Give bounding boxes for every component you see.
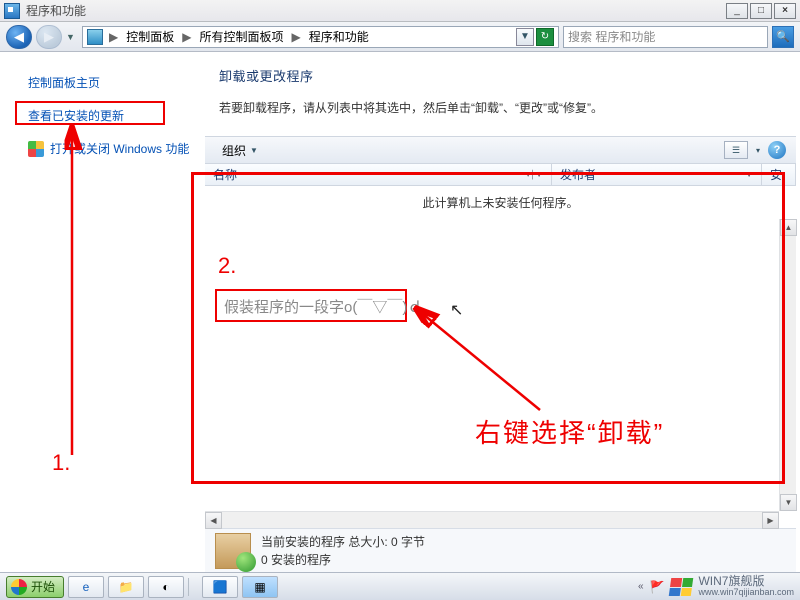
- program-list[interactable]: ▲ ▼ ◀ ▶: [205, 219, 796, 528]
- window-title: 程序和功能: [26, 2, 724, 19]
- sidebar-item-label: 控制面板主页: [28, 74, 100, 91]
- horizontal-scrollbar[interactable]: ◀ ▶: [205, 511, 779, 528]
- sidebar-item-label: 打开或关闭 Windows 功能: [50, 140, 189, 157]
- nav-forward-button[interactable]: ▶: [36, 25, 62, 49]
- chevron-down-icon[interactable]: ▾│▼: [526, 170, 543, 179]
- taskbar-explorer-button[interactable]: 📁: [108, 576, 144, 598]
- search-placeholder: 搜索 程序和功能: [568, 28, 655, 45]
- view-mode-button[interactable]: ☰: [724, 141, 748, 159]
- annotation-fake-program-text: 假装程序的一段字o(￣▽￣)ｄ: [224, 296, 422, 317]
- scroll-right-icon[interactable]: ▶: [762, 512, 779, 529]
- page-subtext: 若要卸载程序，请从列表中将其选中，然后单击“卸载”、“更改”或“修复”。: [219, 99, 796, 116]
- go-button[interactable]: ↻: [536, 28, 554, 46]
- status-bar: 当前安装的程序 总大小: 0 字节 0 安装的程序: [205, 528, 796, 572]
- windows-flag-icon: [669, 578, 694, 596]
- breadcrumb-sep-icon: ▶: [290, 30, 303, 44]
- annotation-label-1: 1.: [52, 450, 70, 476]
- breadcrumb-sep-icon: ▶: [107, 30, 120, 44]
- scroll-up-icon[interactable]: ▲: [780, 219, 797, 236]
- breadcrumb-sep-icon: ▶: [180, 30, 193, 44]
- status-line-1: 当前安装的程序 总大小: 0 字节: [261, 533, 425, 551]
- maximize-button[interactable]: □: [750, 3, 772, 19]
- shield-icon: [28, 141, 44, 157]
- sidebar-item-windows-features[interactable]: 打开或关闭 Windows 功能: [20, 136, 195, 169]
- taskbar-ie-button[interactable]: e: [68, 576, 104, 598]
- chevron-down-icon[interactable]: ▼: [745, 170, 753, 179]
- help-icon[interactable]: ?: [768, 141, 786, 159]
- sidebar-item-view-installed-updates[interactable]: 查看已安装的更新: [20, 103, 195, 136]
- sidebar-item-control-panel-home[interactable]: 控制面板主页: [20, 70, 195, 103]
- breadcrumb-bar[interactable]: ▶ 控制面板 ▶ 所有控制面板项 ▶ 程序和功能 ▼ ↻: [82, 26, 559, 48]
- minimize-button[interactable]: _: [726, 3, 748, 19]
- mouse-cursor-icon: ↖: [450, 300, 463, 320]
- breadcrumb-control-panel[interactable]: 控制面板: [124, 27, 176, 46]
- start-button[interactable]: 开始: [6, 576, 64, 598]
- breadcrumb-programs-features[interactable]: 程序和功能: [307, 27, 371, 46]
- tray-flag-icon[interactable]: 🚩: [650, 580, 665, 594]
- app-icon: [4, 3, 20, 19]
- list-toolbar: 组织 ▼ ☰ ▾ ?: [205, 136, 796, 164]
- windows-orb-icon: [11, 579, 27, 595]
- control-panel-icon: [87, 29, 103, 45]
- search-button[interactable]: 🔍: [772, 26, 794, 48]
- search-input[interactable]: 搜索 程序和功能: [563, 26, 768, 48]
- nav-back-button[interactable]: ◀: [6, 25, 32, 49]
- scroll-left-icon[interactable]: ◀: [205, 512, 222, 529]
- close-button[interactable]: ×: [774, 3, 796, 19]
- sidebar: 控制面板主页 查看已安装的更新 打开或关闭 Windows 功能: [0, 52, 205, 572]
- vertical-scrollbar[interactable]: ▲ ▼: [779, 219, 796, 511]
- breadcrumb-dropdown-button[interactable]: ▼: [516, 28, 534, 46]
- taskbar-app-button-2[interactable]: ▦: [242, 576, 278, 598]
- taskbar-media-player-button[interactable]: ◐: [148, 576, 184, 598]
- window-titlebar: 程序和功能 _ □ ×: [0, 0, 800, 22]
- sidebar-item-label: 查看已安装的更新: [28, 107, 124, 124]
- column-header-name[interactable]: 名称 ▾│▼: [205, 164, 552, 185]
- page-heading: 卸载或更改程序: [219, 66, 796, 85]
- scroll-down-icon[interactable]: ▼: [780, 494, 797, 511]
- programs-icon: [215, 533, 251, 569]
- tray-expand-icon[interactable]: «: [638, 581, 644, 592]
- status-line-2: 0 安装的程序: [261, 551, 425, 569]
- annotation-tip-text: 右键选择“卸载”: [475, 413, 664, 450]
- organize-label: 组织: [222, 142, 246, 159]
- brand-url: www.win7qijianban.com: [698, 588, 794, 597]
- address-toolbar: ◀ ▶ ▼ ▶ 控制面板 ▶ 所有控制面板项 ▶ 程序和功能 ▼ ↻ 搜索 程序…: [0, 22, 800, 52]
- taskbar-app-button[interactable]: 🟦: [202, 576, 238, 598]
- column-header-installed[interactable]: 安: [762, 164, 796, 185]
- column-header-publisher[interactable]: 发布者 ▼: [552, 164, 762, 185]
- breadcrumb-all-items[interactable]: 所有控制面板项: [197, 27, 285, 46]
- empty-list-message: 此计算机上未安装任何程序。: [205, 186, 796, 219]
- chevron-down-icon: ▼: [250, 146, 258, 155]
- list-header: 名称 ▾│▼ 发布者 ▼ 安: [205, 164, 796, 186]
- nav-history-dropdown[interactable]: ▼: [66, 32, 78, 42]
- taskbar: 开始 e 📁 ◐ 🟦 ▦ « 🚩 WIN7旗舰版 www.win7qijianb…: [0, 572, 800, 600]
- start-label: 开始: [31, 578, 55, 595]
- annotation-label-2: 2.: [218, 253, 236, 279]
- organize-button[interactable]: 组织 ▼: [215, 139, 265, 162]
- chevron-down-icon[interactable]: ▾: [756, 146, 760, 155]
